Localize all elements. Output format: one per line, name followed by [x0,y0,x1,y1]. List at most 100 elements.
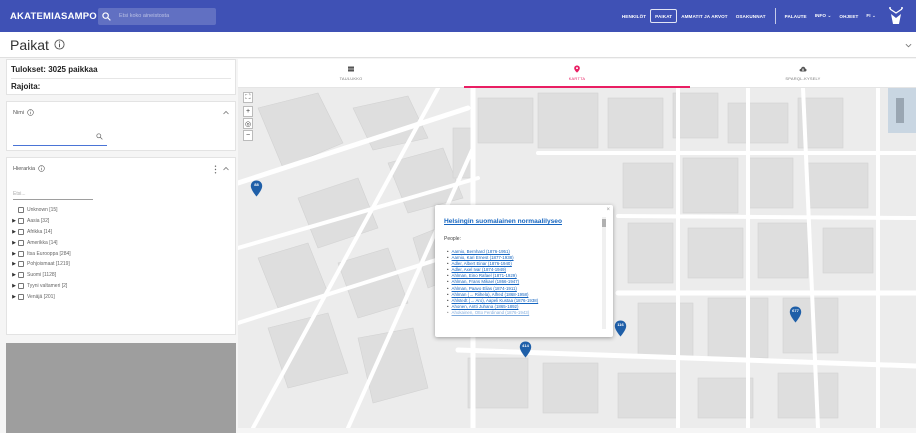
expand-arrow-icon[interactable]: ▶ [11,294,17,300]
tree-item-label: Aasia [32] [27,218,50,225]
global-search[interactable] [98,7,216,25]
popup-scrollbar-thumb[interactable] [602,219,606,227]
result-tabs: TAULUKKO KARTTA SPARQL-KYSELY [238,59,916,88]
person-link[interactable]: Ahlstedt (→ Aro), Aapeli Kustaa (1876-19… [447,298,539,304]
hierarchy-tree: Unknown [15] ▶ Aasia [32] ▶ Afrikka [14] ▶… [11,205,71,302]
tree-item-label: Venäjä [201] [27,293,55,300]
page-title: Paikat [10,36,49,53]
tab-label: KARTTA [568,76,586,81]
nav-henkilot[interactable]: HENKILÖT [618,9,650,23]
nav-osakunnat[interactable]: OSAKUNNAT [732,9,770,23]
app-title[interactable]: AKATEMIASAMPO [0,11,97,22]
results-summary: Tulokset: 3025 paikkaa Rajoita: [6,59,236,95]
tree-item[interactable]: Unknown [15] [11,205,71,216]
info-icon[interactable] [54,39,65,50]
tree-checkbox[interactable] [18,282,24,289]
name-search-input[interactable] [13,134,107,146]
constraints-label: Rajoita: [11,78,231,93]
locate-control[interactable]: ◎ [243,118,253,129]
tree-item-label: Itsa Eurooppa [284] [27,250,71,257]
nav-divider [774,8,776,24]
academy-logo-icon[interactable] [884,4,908,28]
tree-item[interactable]: ▶ Amerikka [14] [11,237,71,248]
more-vert-icon[interactable] [214,165,217,174]
chevron-down-icon[interactable] [905,42,912,49]
expand-arrow-icon[interactable]: ▶ [11,261,17,267]
nav-ohjeet[interactable]: OHJEET [835,9,862,23]
expand-arrow-icon[interactable]: ▶ [11,272,17,278]
tree-checkbox[interactable] [18,239,24,246]
name-facet-title: Nimi [13,109,34,116]
tree-item-label: Suomi [1128] [27,272,57,279]
cloud-download-icon [799,66,807,72]
tree-item-label: Amerikka [14] [27,239,58,246]
page-header: Paikat [0,32,916,58]
info-icon[interactable] [38,165,45,172]
tab-map[interactable]: KARTTA [464,59,690,88]
expand-arrow-icon[interactable]: ▶ [11,240,17,246]
tree-item[interactable]: ▶ Pohjoismaat [1219] [11,259,71,270]
fullscreen-control[interactable]: ⛶ [243,92,253,103]
person-link[interactable]: Ahokainen, Otto Ferdinand (1876-1943) [447,310,538,316]
collapse-icon[interactable] [223,110,229,115]
expand-arrow-icon[interactable]: ▶ [11,229,17,235]
map-view[interactable]: ⛶ + ◎ − 88 116 677 414 × Helsingin suoma… [238,88,916,428]
close-icon[interactable]: × [606,207,610,213]
tree-item[interactable]: ▶ Venäjä [201] [11,291,71,302]
person-link[interactable]: Ahlman (→ Riihela), Alfred (1868-1958) [447,292,538,298]
collapse-icon[interactable] [223,166,229,171]
map-marker[interactable]: 116 [614,320,627,337]
tree-checkbox[interactable] [18,293,24,300]
tree-item[interactable]: ▶ Suomi [1128] [11,270,71,281]
expand-arrow-icon[interactable]: ▶ [11,218,17,224]
expand-arrow-icon[interactable]: ▶ [11,251,17,257]
expand-arrow-icon[interactable]: ▶ [11,283,17,289]
tree-checkbox[interactable] [18,218,24,225]
tree-checkbox[interactable] [18,228,24,235]
popup-place-link[interactable]: Helsingin suomalainen normaalilyseo [444,218,562,225]
map-marker[interactable]: 88 [250,180,263,197]
nav-palaute[interactable]: PALAUTE [781,9,811,23]
language-menu[interactable]: FI ⌄ [862,9,880,23]
nav-ammatit[interactable]: AMMATIT JA ARVOT [677,9,732,23]
popup-people-list: Aarnio, Bernhard (1876-1951) Aarnio, Kar… [447,249,539,316]
tree-item-label: Tyyni valtameri [2] [27,282,68,289]
tree-item-label: Unknown [15] [27,207,58,214]
tree-checkbox[interactable] [18,250,24,257]
tree-item[interactable]: ▶ Afrikka [14] [11,227,71,238]
hierarchy-facet-title: Hierarkia [13,165,45,172]
tree-item-label: Afrikka [14] [27,228,53,235]
table-icon [348,66,354,72]
panel-background [6,343,236,433]
global-search-input[interactable] [119,13,215,19]
tree-item[interactable]: ▶ Aasia [32] [11,216,71,227]
tree-checkbox[interactable] [18,272,24,279]
search-icon [102,11,111,21]
nav-paikat[interactable]: PAIKAT [650,9,678,23]
tab-table[interactable]: TAULUKKO [238,59,464,87]
map-marker[interactable]: 414 [519,341,532,358]
zoom-out-control[interactable]: − [243,130,253,141]
marker-count: 677 [792,308,799,313]
results-count: Tulokset: 3025 paikkaa [11,65,98,74]
tab-label: SPARQL-KYSELY [785,76,821,81]
tree-item[interactable]: ▶ Tyyni valtameri [2] [11,281,71,292]
tab-sparql[interactable]: SPARQL-KYSELY [690,59,916,87]
tree-item-label: Pohjoismaat [1219] [27,261,70,268]
map-marker[interactable]: 677 [789,306,802,323]
tree-checkbox[interactable] [18,261,24,268]
app-bar: AKATEMIASAMPO HENKILÖT PAIKAT AMMATIT JA… [0,0,916,32]
nav-info-menu[interactable]: INFO ⌄ [811,9,836,23]
info-icon[interactable] [27,109,34,116]
tree-checkbox[interactable] [18,207,24,214]
name-facet-label: Nimi [13,109,24,116]
tree-item[interactable]: ▶ Itsa Eurooppa [284] [11,248,71,259]
hierarchy-filter-input[interactable] [13,189,93,200]
popup-scrollbar[interactable] [602,217,606,329]
marker-count: 116 [617,322,624,327]
tab-label: TAULUKKO [339,76,363,81]
facet-panel: Tulokset: 3025 paikkaa Rajoita: Nimi Hie… [6,59,236,433]
search-icon[interactable] [96,133,103,140]
hierarchy-facet-label: Hierarkia [13,165,36,172]
zoom-in-control[interactable]: + [243,106,253,117]
